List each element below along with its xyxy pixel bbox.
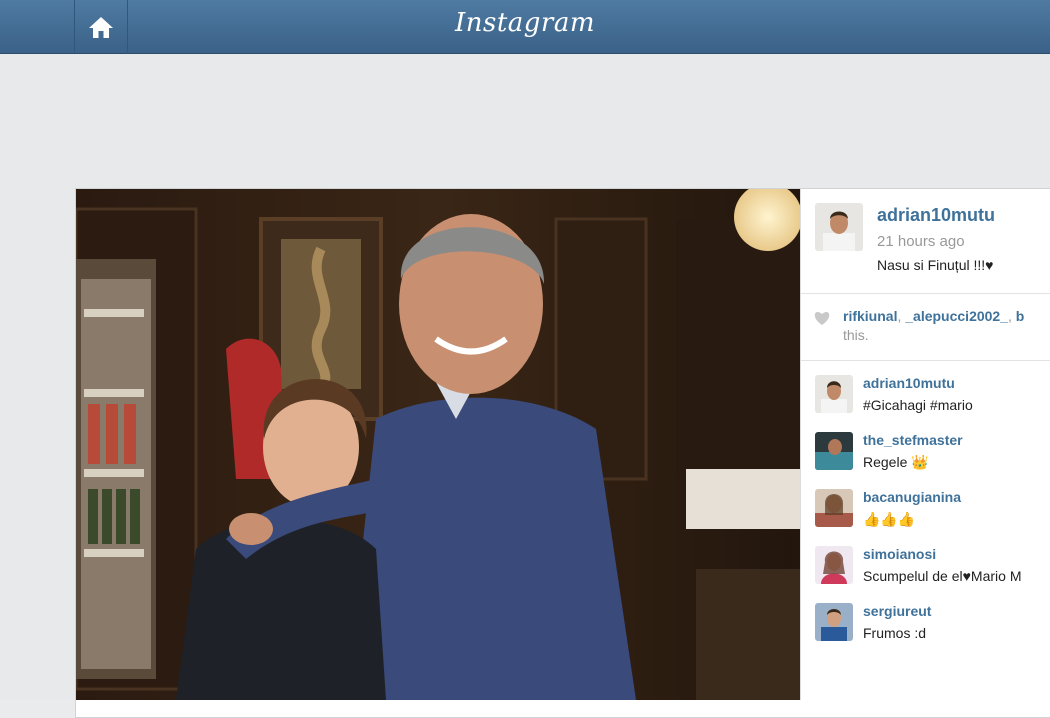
- comment-text: Regele 👑: [863, 454, 929, 470]
- post-photo[interactable]: [76, 189, 800, 700]
- commenter-avatar[interactable]: [815, 432, 853, 470]
- liker-link[interactable]: b: [1016, 308, 1025, 324]
- comment-username[interactable]: simoianosi: [863, 546, 936, 562]
- comment-text: 👍👍👍: [863, 511, 916, 527]
- commenter-avatar[interactable]: [815, 375, 853, 413]
- app-logo[interactable]: Instagram: [0, 8, 1050, 38]
- comment-item: bacanugianina 👍👍👍: [815, 489, 1050, 539]
- comment-text: #Gicahagi #mario: [863, 397, 973, 413]
- post-timestamp[interactable]: 21 hours ago: [877, 233, 965, 250]
- top-bar: Instagram: [0, 0, 1050, 54]
- photo-illustration: [76, 189, 800, 700]
- liker-link[interactable]: rifkiunal: [843, 308, 897, 324]
- comment-username[interactable]: sergiureut: [863, 603, 931, 619]
- divider: [801, 293, 1050, 294]
- commenter-avatar[interactable]: [815, 489, 853, 527]
- commenter-avatar[interactable]: [815, 603, 853, 641]
- heart-icon[interactable]: [813, 310, 831, 326]
- comment-item: sergiureut Frumos :d: [815, 603, 1050, 653]
- comment-item: adrian10mutu #Gicahagi #mario: [815, 375, 1050, 425]
- comment-username[interactable]: adrian10mutu: [863, 375, 955, 391]
- owner-username[interactable]: adrian10mutu: [877, 205, 995, 226]
- comment-item: simoianosi Scumpelul de el♥Mario M: [815, 546, 1050, 596]
- commenter-avatar[interactable]: [815, 546, 853, 584]
- likes-suffix: this.: [843, 327, 869, 343]
- comment-text: Scumpelul de el♥Mario M: [863, 568, 1022, 584]
- liker-link[interactable]: _alepucci2002_: [905, 308, 1008, 324]
- post-caption: Nasu si Finuțul !!!♥: [877, 257, 994, 273]
- comment-item: the_stefmaster Regele 👑: [815, 432, 1050, 482]
- post-side-panel: adrian10mutu 21 hours ago Nasu si Finuțu…: [800, 189, 1050, 700]
- owner-avatar[interactable]: [815, 203, 863, 251]
- likers-separator: ,: [1008, 308, 1016, 324]
- likers-list: rifkiunal, _alepucci2002_, b: [843, 308, 1024, 324]
- comment-text: Frumos :d: [863, 625, 927, 641]
- comment-username[interactable]: the_stefmaster: [863, 432, 963, 448]
- divider: [801, 360, 1050, 361]
- comment-username[interactable]: bacanugianina: [863, 489, 961, 505]
